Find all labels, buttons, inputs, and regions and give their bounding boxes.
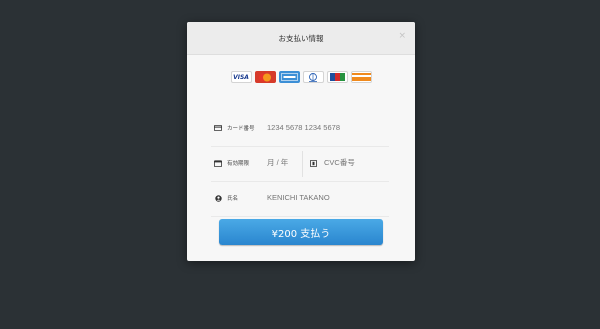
mastercard-icon xyxy=(254,71,276,83)
discover-icon xyxy=(350,71,372,83)
person-icon xyxy=(214,194,222,202)
card-brand-list: VISA xyxy=(187,71,415,83)
close-icon[interactable]: × xyxy=(398,32,406,41)
card-number-input[interactable] xyxy=(267,123,382,132)
dialog-header: お支払い情報 × xyxy=(187,22,415,55)
card-number-row: カード番号 xyxy=(211,112,389,147)
name-label: 氏名 xyxy=(227,196,239,202)
name-row: 氏名 xyxy=(211,182,389,217)
lock-icon xyxy=(309,159,317,167)
jcb-icon xyxy=(326,71,348,83)
expiry-input[interactable] xyxy=(267,158,297,167)
payment-dialog: お支払い情報 × VISA カード番号 1234 5678 1234 5678 … xyxy=(187,22,415,261)
card-number-label: カード番号 xyxy=(227,126,255,132)
expiry-cvc-row: 有効期限 xyxy=(211,147,389,182)
cvc-input[interactable] xyxy=(324,158,384,167)
pay-button[interactable]: ¥200 支払う xyxy=(219,219,383,245)
credit-card-icon xyxy=(214,125,222,131)
amex-icon xyxy=(278,71,300,83)
diners-icon xyxy=(302,71,324,83)
dialog-title: お支払い情報 xyxy=(278,33,324,43)
visa-icon: VISA xyxy=(230,71,252,83)
field-divider xyxy=(302,151,303,177)
calendar-icon xyxy=(214,159,222,167)
expiry-label: 有効期限 xyxy=(227,161,250,167)
name-input[interactable] xyxy=(267,193,382,202)
